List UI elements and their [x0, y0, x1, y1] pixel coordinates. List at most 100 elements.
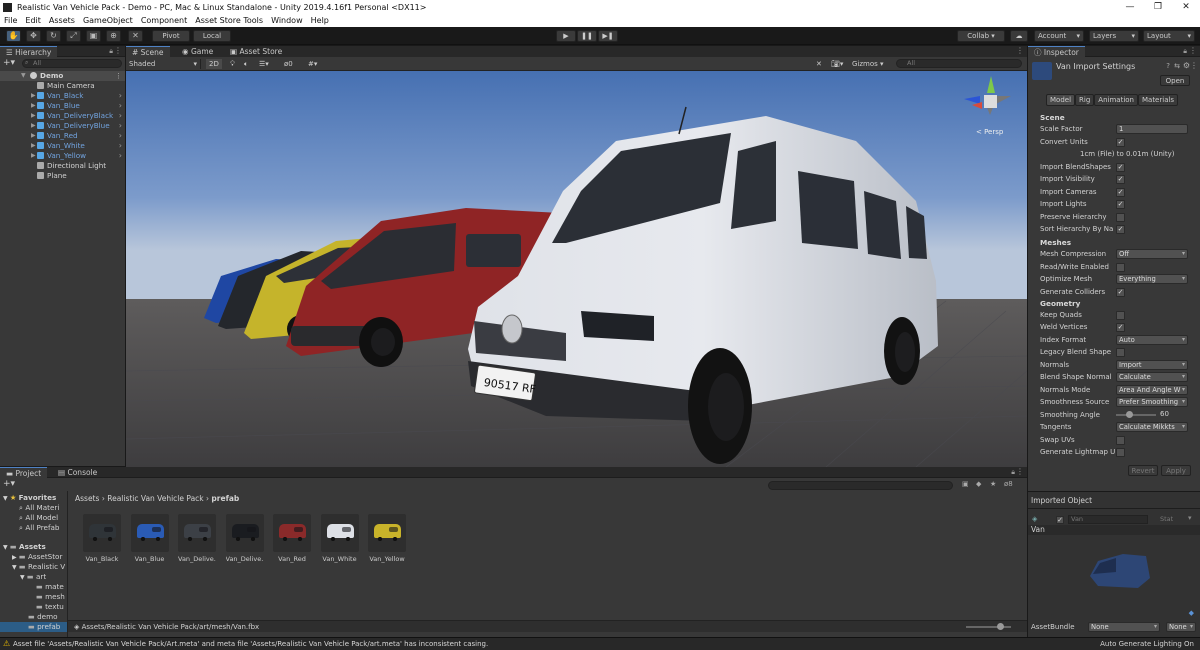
hierarchy-search[interactable]: All [22, 59, 122, 68]
kebab-menu-icon[interactable]: ⋮ [1190, 61, 1198, 70]
play-button[interactable]: ▶ [556, 30, 576, 42]
camera-icon[interactable]: 📷︎▾ [831, 59, 843, 69]
2d-toggle[interactable]: 2D [206, 59, 222, 69]
menu-gameobject[interactable]: GameObject [83, 16, 133, 25]
menu-component[interactable]: Component [141, 16, 187, 25]
import-cameras-checkbox[interactable]: ✓ [1116, 188, 1125, 197]
create-plus-icon[interactable]: +▾ [3, 479, 15, 489]
hierarchy-item[interactable]: ▶ › Van_Blue [0, 101, 125, 111]
tab-rig[interactable]: Rig [1075, 94, 1095, 106]
mesh-compression-dropdown[interactable]: Off [1116, 249, 1188, 259]
asset-item[interactable]: Van_White [320, 514, 359, 563]
hidden-packages-icon[interactable]: ø8 [1004, 480, 1013, 488]
scene-view[interactable]: 90517 RF < Persp [126, 71, 1027, 467]
fav-all-models[interactable]: ⌕ All Model [0, 513, 67, 523]
hand-tool-icon[interactable]: ✋ [6, 30, 21, 42]
tools-icon[interactable]: ✕ [816, 59, 822, 69]
lock-icon[interactable]: 🔒︎ [1011, 468, 1015, 477]
expand-arrow-icon[interactable]: ▶ [31, 131, 36, 141]
gear-icon[interactable]: ⚙ [1183, 61, 1190, 70]
read-write-checkbox[interactable] [1116, 263, 1125, 272]
menu-edit[interactable]: Edit [25, 16, 41, 25]
assetbundle-variant-dropdown[interactable]: None [1166, 622, 1196, 632]
asset-label-icon[interactable]: ◆ [1189, 609, 1194, 617]
open-prefab-icon[interactable]: › [119, 131, 122, 141]
generate-colliders-checkbox[interactable]: ✓ [1116, 288, 1125, 297]
import-visibility-checkbox[interactable]: ✓ [1116, 175, 1125, 184]
generate-lightmap-checkbox[interactable] [1116, 448, 1125, 457]
pause-button[interactable]: ❚❚ [577, 30, 597, 42]
open-prefab-icon[interactable]: › [119, 91, 122, 101]
normals-mode-dropdown[interactable]: Area And Angle W [1116, 385, 1188, 395]
transform-tool-icon[interactable]: ⊕ [106, 30, 121, 42]
maximize-button[interactable]: ❐ [1144, 2, 1172, 12]
cloud-icon[interactable]: ☁ [1010, 30, 1028, 42]
fav-all-materials[interactable]: ⌕ All Materi [0, 503, 67, 513]
rotate-tool-icon[interactable]: ↻ [46, 30, 61, 42]
hidden-objects-icon[interactable]: ø0 [284, 59, 293, 69]
smoothing-angle-value[interactable]: 60 [1160, 410, 1169, 418]
expand-arrow-icon[interactable]: ▶ [31, 151, 36, 161]
expand-arrow-icon[interactable]: ▶ [31, 141, 36, 151]
search-by-label-icon[interactable]: ◆ [976, 480, 981, 488]
account-dropdown[interactable]: Account ▾ [1034, 30, 1084, 42]
menu-asset-store-tools[interactable]: Asset Store Tools [195, 16, 263, 25]
crumb-assets[interactable]: Assets [75, 494, 99, 503]
crumb-pack[interactable]: Realistic Van Vehicle Pack [107, 494, 203, 503]
chevron-down-icon[interactable]: ▾ [1188, 514, 1192, 522]
custom-tool-icon[interactable]: ✕ [128, 30, 143, 42]
search-by-type-icon[interactable]: ▣ [962, 480, 969, 488]
apply-button[interactable]: Apply [1161, 465, 1191, 476]
index-format-dropdown[interactable]: Auto [1116, 335, 1188, 345]
hierarchy-item[interactable]: ▶ › Van_Red [0, 131, 125, 141]
expand-arrow-icon[interactable]: ▶ [31, 91, 36, 101]
tangents-dropdown[interactable]: Calculate Mikkts [1116, 422, 1188, 432]
hierarchy-item[interactable]: Directional Light [0, 161, 125, 171]
effects-toggle-icon[interactable]: ☰▾ [259, 59, 269, 69]
crumb-prefab[interactable]: prefab [211, 494, 239, 503]
favorites-row[interactable]: ▼ ★ Favorites [0, 493, 67, 503]
tab-scene[interactable]: # Scene [126, 46, 170, 57]
tab-materials[interactable]: Materials [1137, 94, 1179, 106]
blend-shape-normals-dropdown[interactable]: Calculate [1116, 372, 1188, 382]
scene-search[interactable]: All [896, 59, 1022, 68]
convert-units-checkbox[interactable]: ✓ [1116, 138, 1125, 147]
asset-item[interactable]: Van_Yellow [368, 514, 406, 563]
status-warning-text[interactable]: Asset file 'Assets/Realistic Van Vehicle… [13, 640, 488, 648]
layers-dropdown[interactable]: Layers ▾ [1089, 30, 1139, 42]
swap-uvs-checkbox[interactable] [1116, 436, 1125, 445]
tab-inspector[interactable]: ⓘ Inspector [1028, 46, 1085, 57]
asset-item[interactable]: Van_Blue [130, 514, 169, 563]
revert-button[interactable]: Revert [1128, 465, 1158, 476]
hierarchy-item[interactable]: ▶ › Van_Yellow [0, 151, 125, 161]
minimize-button[interactable]: — [1116, 2, 1144, 12]
scale-tool-icon[interactable]: ⤢ [66, 30, 81, 42]
menu-file[interactable]: File [4, 16, 17, 25]
local-toggle[interactable]: Local [193, 30, 231, 42]
expand-arrow-icon[interactable]: ▶ [31, 121, 36, 131]
collab-button[interactable]: Collab ▾ [957, 30, 1005, 42]
step-button[interactable]: ▶❚ [598, 30, 618, 42]
gizmos-dropdown[interactable]: Gizmos ▾ [852, 59, 884, 69]
tab-project[interactable]: ▬ Project [0, 467, 48, 478]
folder-prefab[interactable]: ▬ prefab [0, 622, 67, 632]
open-button[interactable]: Open [1160, 75, 1190, 86]
optimize-mesh-dropdown[interactable]: Everything [1116, 274, 1188, 284]
open-prefab-icon[interactable]: › [119, 141, 122, 151]
asset-item[interactable]: Van_Delive... [178, 514, 216, 563]
pivot-toggle[interactable]: Pivot [152, 30, 190, 42]
tab-asset-store[interactable]: ▣ Asset Store [224, 46, 288, 57]
hierarchy-item[interactable]: ▶ › Van_DeliveryBlack [0, 111, 125, 121]
preserve-hierarchy-checkbox[interactable] [1116, 213, 1125, 222]
tab-animation[interactable]: Animation [1094, 94, 1138, 106]
favorite-star-icon[interactable]: ★ [990, 480, 996, 488]
folder-mesh[interactable]: ▬ mesh [0, 592, 67, 602]
scale-factor-field[interactable]: 1 [1116, 124, 1188, 134]
folder-textures[interactable]: ▬ textu [0, 602, 67, 612]
lighting-status[interactable]: Auto Generate Lighting On [1100, 640, 1194, 648]
slider-handle[interactable] [997, 623, 1004, 630]
import-blendshapes-checkbox[interactable]: ✓ [1116, 163, 1125, 172]
lock-icon[interactable]: 🔒︎ [109, 47, 113, 56]
hierarchy-item[interactable]: ▶ › Van_DeliveryBlue [0, 121, 125, 131]
folder-materials[interactable]: ▬ mate [0, 582, 67, 592]
